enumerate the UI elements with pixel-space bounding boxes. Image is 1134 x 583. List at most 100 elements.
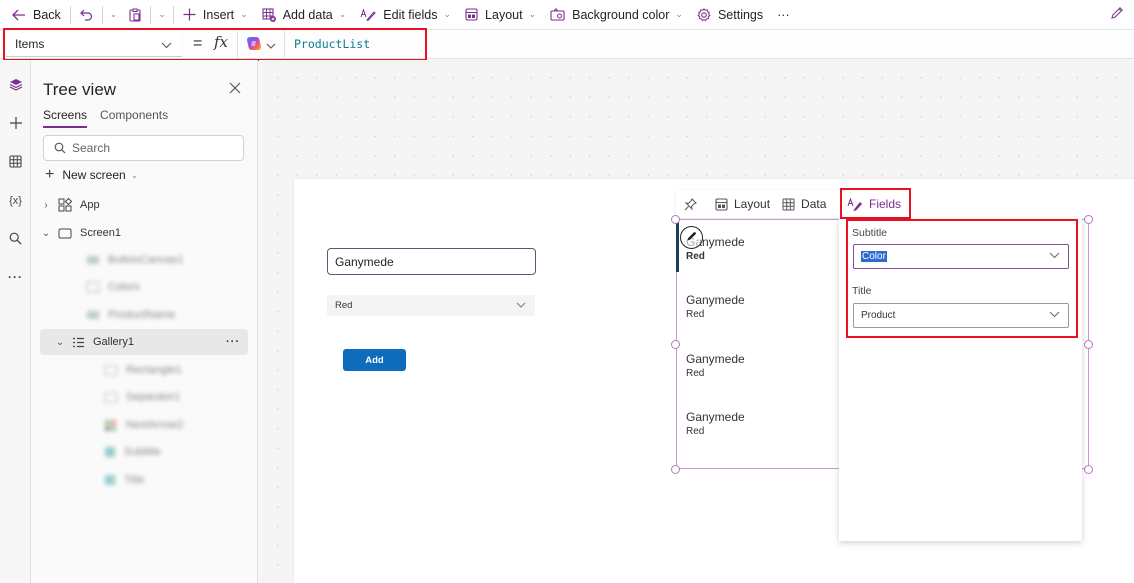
table-icon [9, 155, 22, 171]
product-name-input[interactable]: Ganymede [327, 248, 536, 275]
resize-handle-mid-left[interactable] [671, 340, 680, 349]
edit-fields-label: Edit fields [383, 7, 438, 22]
rail-search[interactable] [0, 226, 31, 254]
layout-label: Layout [485, 7, 523, 22]
tree-item-buttoncanvas1[interactable]: ButtonCanvas1 [40, 247, 248, 273]
app-icon [58, 198, 72, 212]
chevron-down-icon: ⌄ [130, 169, 139, 180]
undo-dropdown[interactable]: ⌄ [105, 0, 123, 30]
data-label: Data [801, 197, 827, 211]
pin-button[interactable] [676, 197, 709, 211]
plus-icon [183, 8, 196, 21]
icon-control-icon [104, 419, 118, 431]
settings-button[interactable]: Settings [690, 0, 770, 30]
tree-search-input[interactable]: Search [43, 135, 244, 161]
resize-handle-bottom-left[interactable] [671, 465, 680, 474]
chevron-down-icon: ⌄ [158, 9, 166, 19]
text-input-icon [86, 310, 100, 320]
tree-item-subtitle[interactable]: Subtitle [40, 439, 248, 465]
edit-fields-button[interactable]: Edit fields ⌄ [353, 0, 458, 30]
insert-button[interactable]: Insert ⌄ [176, 0, 255, 30]
tree-view-title: Tree view [43, 80, 117, 99]
label-icon [104, 446, 116, 458]
screen-icon [58, 228, 72, 239]
background-color-label: Background color [572, 7, 670, 22]
add-data-label: Add data [282, 7, 333, 22]
layout-icon [715, 197, 728, 211]
gallery-selected-indicator [676, 222, 679, 272]
tab-screens[interactable]: Screens [43, 108, 88, 128]
resize-handle-mid-right[interactable] [1084, 340, 1093, 349]
rectangle-icon [104, 365, 118, 376]
dropdown-value: Red [335, 300, 353, 311]
colors-dropdown[interactable]: Red [327, 295, 535, 316]
chevron-down-icon: ⌄ [675, 9, 683, 19]
more-options-icon[interactable]: ··· [226, 336, 240, 348]
resize-handle-top-left[interactable] [671, 215, 680, 224]
gallery-data-button[interactable]: Data [776, 197, 832, 211]
tree-item-nextarrow2[interactable]: NextArrow2 [40, 412, 248, 438]
tab-components[interactable]: Components [100, 108, 168, 128]
clipboard-icon [129, 8, 141, 22]
rail-more[interactable]: ··· [0, 263, 31, 291]
undo-icon [79, 8, 93, 21]
new-screen-button[interactable]: + New screen ⌄ [45, 166, 138, 184]
tree-item-colors[interactable]: Colors [40, 274, 248, 300]
divider [150, 5, 152, 24]
tree-item-rectangle1[interactable]: Rectangle1 [40, 357, 248, 383]
close-icon[interactable] [229, 82, 241, 97]
gallery-item-title: Ganymede [686, 293, 745, 307]
resize-handle-top-right[interactable] [1084, 215, 1093, 224]
tree-item-label: Screen1 [80, 227, 121, 239]
tree-item-title[interactable]: Title [40, 467, 248, 493]
layout-button[interactable]: Layout ⌄ [458, 0, 543, 30]
paste-button[interactable] [122, 0, 148, 30]
divider [172, 5, 174, 24]
tree-item-gallery1[interactable]: ⌄ Gallery1 ··· [40, 329, 248, 355]
chevron-down-icon: ⌄ [240, 9, 248, 19]
rail-tree-view[interactable] [0, 72, 31, 100]
gallery-toolbar: Layout Data [676, 190, 840, 218]
add-button[interactable]: Add [343, 349, 406, 371]
add-data-button[interactable]: Add data ⌄ [255, 0, 354, 30]
tree-item-label: App [80, 199, 100, 211]
chevron-down-icon[interactable]: ⌄ [40, 228, 52, 239]
tree-tabs: Screens Components [43, 108, 168, 128]
more-icon: ··· [777, 7, 790, 22]
chevron-right-icon[interactable]: › [40, 200, 52, 211]
rail-variables[interactable]: {x} [0, 187, 31, 215]
more-button[interactable]: ··· [770, 0, 797, 30]
chevron-down-icon[interactable]: ⌄ [54, 337, 66, 348]
gallery-layout-button[interactable]: Layout [709, 197, 776, 211]
pin-icon [684, 197, 697, 211]
edit-fields-icon [360, 8, 376, 21]
edit-template-button[interactable] [680, 226, 703, 249]
background-color-button[interactable]: Background color ⌄ [543, 0, 690, 30]
gallery-item[interactable]: Ganymede Red [686, 293, 745, 320]
tree-item-label: ProductName [108, 309, 176, 321]
tree-item-productname[interactable]: ProductName [40, 302, 248, 328]
tree-view-panel: Tree view Screens Components Search + Ne… [31, 60, 258, 583]
gallery-item[interactable]: Ganymede Red [686, 352, 745, 379]
formula-highlight-box [3, 28, 427, 61]
chevron-down-icon: ⌄ [528, 9, 537, 19]
undo-button[interactable] [73, 0, 100, 30]
tree-item-app[interactable]: › App [40, 192, 248, 218]
chevron-down-icon: ⌄ [443, 9, 452, 19]
tree-item-label: Separator1 [126, 391, 181, 403]
left-rail: {x} ··· [0, 60, 31, 583]
tree-item-label: Subtitle [124, 446, 161, 458]
gallery-item[interactable]: Ganymede Red [686, 410, 745, 437]
gallery-item-subtitle: Red [686, 309, 705, 320]
back-button[interactable]: Back [0, 0, 68, 30]
command-bar: Back ⌄ ⌄ Insert ⌄ Add data ⌄ Edit fields… [0, 0, 1134, 30]
paste-dropdown[interactable]: ⌄ [153, 0, 171, 30]
tree-item-screen1[interactable]: ⌄ Screen1 [40, 220, 248, 246]
tree-item-separator1[interactable]: Separator1 [40, 384, 248, 410]
pencil-icon[interactable] [1110, 6, 1124, 23]
plus-icon [9, 116, 23, 133]
rail-data[interactable] [0, 149, 31, 177]
rail-insert[interactable] [0, 110, 31, 138]
separator-icon [104, 392, 118, 403]
resize-handle-bottom-right[interactable] [1084, 465, 1093, 474]
